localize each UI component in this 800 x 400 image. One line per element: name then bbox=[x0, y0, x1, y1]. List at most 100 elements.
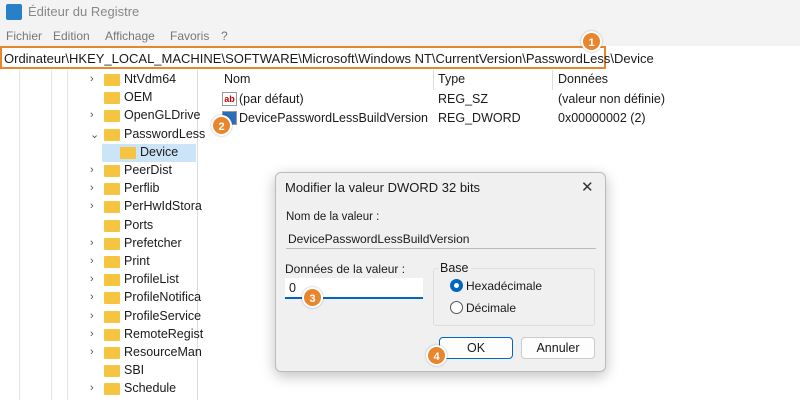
tree-node[interactable]: › Schedule bbox=[90, 380, 196, 398]
tree-guide bbox=[19, 70, 20, 400]
tree-node-label: OEM bbox=[124, 90, 153, 105]
tree-node-label: NtVdm64 bbox=[124, 72, 177, 86]
title-bar: Éditeur du Registre bbox=[0, 0, 800, 24]
tree-guide bbox=[67, 70, 68, 400]
tree-node[interactable]: › NtVdm64 bbox=[90, 71, 196, 89]
folder-icon bbox=[104, 201, 120, 214]
dec-label[interactable]: Décimale bbox=[466, 301, 516, 315]
tree-node-label: Perflib bbox=[124, 181, 160, 196]
value-data: 0x00000002 (2) bbox=[558, 111, 646, 125]
chevron-icon[interactable]: › bbox=[90, 182, 94, 194]
tree-node-label: ProfileList bbox=[124, 272, 179, 287]
tree-node[interactable]: ⌄ PasswordLess bbox=[90, 126, 205, 144]
tree-node[interactable]: › ProfileNotifica bbox=[90, 289, 201, 307]
tree-panel: › NtVdm64 OEM › OpenGLDrive ⌄ PasswordLess Devi… bbox=[0, 70, 205, 400]
folder-icon bbox=[104, 292, 120, 305]
tree-node[interactable]: Device bbox=[102, 143, 196, 162]
column-separator bbox=[552, 70, 553, 90]
menu-edition[interactable]: Edition bbox=[53, 29, 90, 43]
menu-affichage[interactable]: Affichage bbox=[105, 29, 155, 43]
list-item[interactable]: DevicePasswordLessBuildVersion REG_DWORD… bbox=[222, 110, 782, 128]
dialog-title: Modifier la valeur DWORD 32 bits bbox=[285, 180, 481, 195]
value-name-label: Nom de la valeur : bbox=[286, 211, 380, 223]
chevron-icon[interactable]: ⌄ bbox=[90, 128, 99, 141]
base-label: Base bbox=[438, 261, 471, 275]
folder-icon bbox=[104, 365, 120, 378]
value-name: DevicePasswordLessBuildVersion bbox=[239, 111, 428, 125]
tree-node[interactable]: › ProfileList bbox=[90, 271, 196, 289]
chevron-icon[interactable]: › bbox=[90, 273, 94, 285]
chevron-icon[interactable]: › bbox=[90, 73, 94, 85]
tree-node-label: PerHwIdStora bbox=[124, 199, 202, 214]
cancel-button[interactable]: Annuler bbox=[521, 337, 595, 359]
step-badge-1: 1 bbox=[581, 31, 602, 52]
hex-label[interactable]: Hexadécimale bbox=[466, 279, 542, 293]
hex-radio[interactable] bbox=[450, 279, 463, 292]
window-title: Éditeur du Registre bbox=[28, 4, 140, 19]
tree-node[interactable]: Ports bbox=[90, 217, 196, 235]
folder-icon bbox=[104, 237, 120, 250]
ok-button[interactable]: OK bbox=[439, 337, 513, 359]
chevron-icon[interactable]: › bbox=[90, 310, 94, 322]
tree-node-label: OpenGLDrive bbox=[124, 108, 201, 123]
tree-node-label: Print bbox=[124, 254, 150, 268]
base-groupbox bbox=[433, 268, 595, 326]
column-header-data[interactable]: Données bbox=[558, 72, 608, 90]
menu-fichier[interactable]: Fichier bbox=[6, 29, 42, 43]
step-badge-2: 2 bbox=[211, 115, 232, 136]
folder-icon bbox=[104, 128, 120, 141]
tree-guide bbox=[51, 70, 52, 400]
tree-node[interactable]: › ResourceMan bbox=[90, 344, 202, 362]
tree-node[interactable]: › PerHwIdStora bbox=[90, 198, 202, 216]
folder-icon bbox=[104, 74, 120, 86]
chevron-icon[interactable]: › bbox=[90, 255, 94, 267]
chevron-icon[interactable]: › bbox=[90, 109, 94, 121]
chevron-icon[interactable]: › bbox=[90, 164, 94, 176]
chevron-icon[interactable]: › bbox=[90, 200, 94, 212]
value-type: REG_DWORD bbox=[438, 111, 521, 125]
dec-radio[interactable] bbox=[450, 301, 463, 314]
folder-icon bbox=[104, 219, 120, 232]
tree-node-label: SBI bbox=[124, 363, 145, 378]
value-name-field: DevicePasswordLessBuildVersion bbox=[286, 227, 596, 249]
tree-node-label: ProfileService bbox=[124, 308, 202, 323]
menu-help[interactable]: ? bbox=[221, 29, 228, 43]
folder-icon bbox=[104, 92, 120, 105]
column-header-type[interactable]: Type bbox=[438, 72, 465, 90]
step-badge-3: 3 bbox=[302, 287, 323, 308]
close-icon[interactable]: ✕ bbox=[581, 178, 594, 196]
regedit-icon bbox=[6, 4, 22, 20]
tree-node-label: Schedule bbox=[124, 381, 177, 396]
folder-icon bbox=[104, 347, 120, 359]
tree-node[interactable]: › OpenGLDrive bbox=[90, 107, 200, 125]
chevron-icon[interactable]: › bbox=[90, 237, 94, 249]
menu-favoris[interactable]: Favoris bbox=[170, 29, 209, 43]
value-data-label: Données de la valeur : bbox=[285, 262, 406, 276]
value-data: (valeur non définie) bbox=[558, 92, 666, 106]
list-item[interactable]: ab (par défaut) REG_SZ (valeur non défin… bbox=[222, 91, 782, 109]
tree-node[interactable]: › PeerDist bbox=[90, 162, 196, 180]
tree-node[interactable]: › Print bbox=[90, 253, 196, 271]
tree-node[interactable]: › Perflib bbox=[90, 180, 196, 198]
string-value-icon: ab bbox=[222, 92, 237, 106]
folder-icon bbox=[104, 383, 120, 396]
folder-icon bbox=[104, 165, 120, 177]
chevron-icon[interactable]: › bbox=[90, 346, 94, 358]
chevron-icon[interactable]: › bbox=[90, 382, 94, 394]
folder-icon bbox=[104, 328, 120, 341]
address-bar[interactable]: Ordinateur\HKEY_LOCAL_MACHINE\SOFTWARE\M… bbox=[0, 46, 654, 69]
tree-node[interactable]: SBI bbox=[90, 362, 196, 380]
tree-node[interactable]: › ProfileService bbox=[90, 308, 201, 326]
folder-icon bbox=[104, 110, 120, 123]
folder-icon bbox=[104, 256, 120, 268]
tree-node[interactable]: OEM bbox=[90, 89, 196, 107]
tree-node-label: Prefetcher bbox=[124, 235, 182, 250]
chevron-icon[interactable]: › bbox=[90, 328, 94, 340]
tree-node[interactable]: › RemoteRegist bbox=[90, 326, 203, 344]
menu-bar: Fichier Edition Affichage Favoris ? bbox=[0, 24, 800, 46]
column-header-name[interactable]: Nom bbox=[224, 72, 250, 90]
edit-dword-dialog: Modifier la valeur DWORD 32 bits ✕ Nom d… bbox=[275, 172, 606, 372]
tree-node-label: ProfileNotifica bbox=[124, 290, 202, 305]
tree-node[interactable]: › Prefetcher bbox=[90, 235, 196, 253]
chevron-icon[interactable]: › bbox=[90, 291, 94, 303]
